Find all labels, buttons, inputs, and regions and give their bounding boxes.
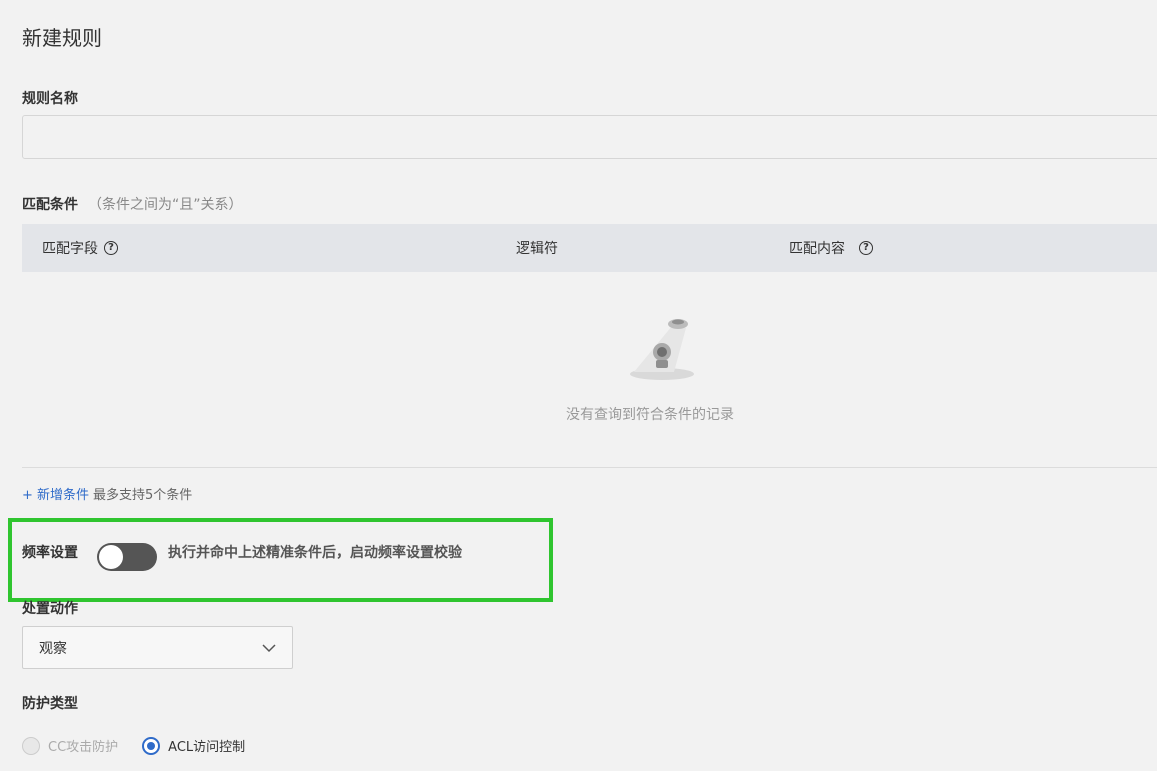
conditions-table-header: 匹配字段 ? 逻辑符 匹配内容 ?	[22, 224, 1157, 272]
column-match-content: 匹配内容 ?	[789, 224, 873, 272]
column-operator: 逻辑符	[516, 224, 558, 272]
match-conditions-note: （条件之间为“且”关系）	[88, 197, 243, 213]
column-match-field: 匹配字段 ?	[42, 224, 118, 272]
match-conditions-title: 匹配条件	[22, 197, 78, 213]
action-select[interactable]: 观察	[22, 626, 293, 669]
empty-state-icon	[630, 319, 694, 380]
empty-state-text: 没有查询到符合条件的记录	[566, 407, 734, 423]
radio-acl-control[interactable]	[142, 736, 161, 755]
column-match-field-label: 匹配字段	[42, 241, 98, 257]
action-select-value: 观察	[39, 640, 67, 657]
radio-cc-protection-label: CC攻击防护	[48, 740, 119, 755]
action-label: 处置动作	[22, 601, 78, 617]
add-condition-link[interactable]: + 新增条件	[22, 488, 89, 503]
radio-acl-control-label: ACL访问控制	[168, 740, 246, 755]
add-condition-row: + 新增条件 最多支持5个条件	[22, 484, 192, 503]
page-title: 新建规则	[22, 26, 102, 50]
help-circle-icon[interactable]: ?	[859, 241, 873, 255]
new-rule-page: 新建规则 规则名称 匹配条件 （条件之间为“且”关系） 匹配字段 ? 逻辑符 匹配…	[0, 0, 1157, 771]
chevron-down-icon	[262, 644, 276, 653]
add-condition-hint: 最多支持5个条件	[93, 488, 193, 503]
divider	[22, 467, 1157, 468]
column-operator-label: 逻辑符	[516, 241, 558, 257]
match-conditions-label: 匹配条件 （条件之间为“且”关系）	[22, 194, 243, 214]
protection-type-radio-group: CC攻击防护 ACL访问控制	[22, 736, 269, 755]
radio-cc-protection[interactable]	[22, 736, 40, 755]
column-match-content-label: 匹配内容	[789, 241, 845, 257]
rule-name-label: 规则名称	[22, 91, 78, 107]
protection-type-label: 防护类型	[22, 696, 78, 712]
help-circle-icon[interactable]: ?	[104, 241, 118, 255]
rule-name-input[interactable]	[22, 115, 1157, 159]
highlight-box	[8, 518, 553, 602]
